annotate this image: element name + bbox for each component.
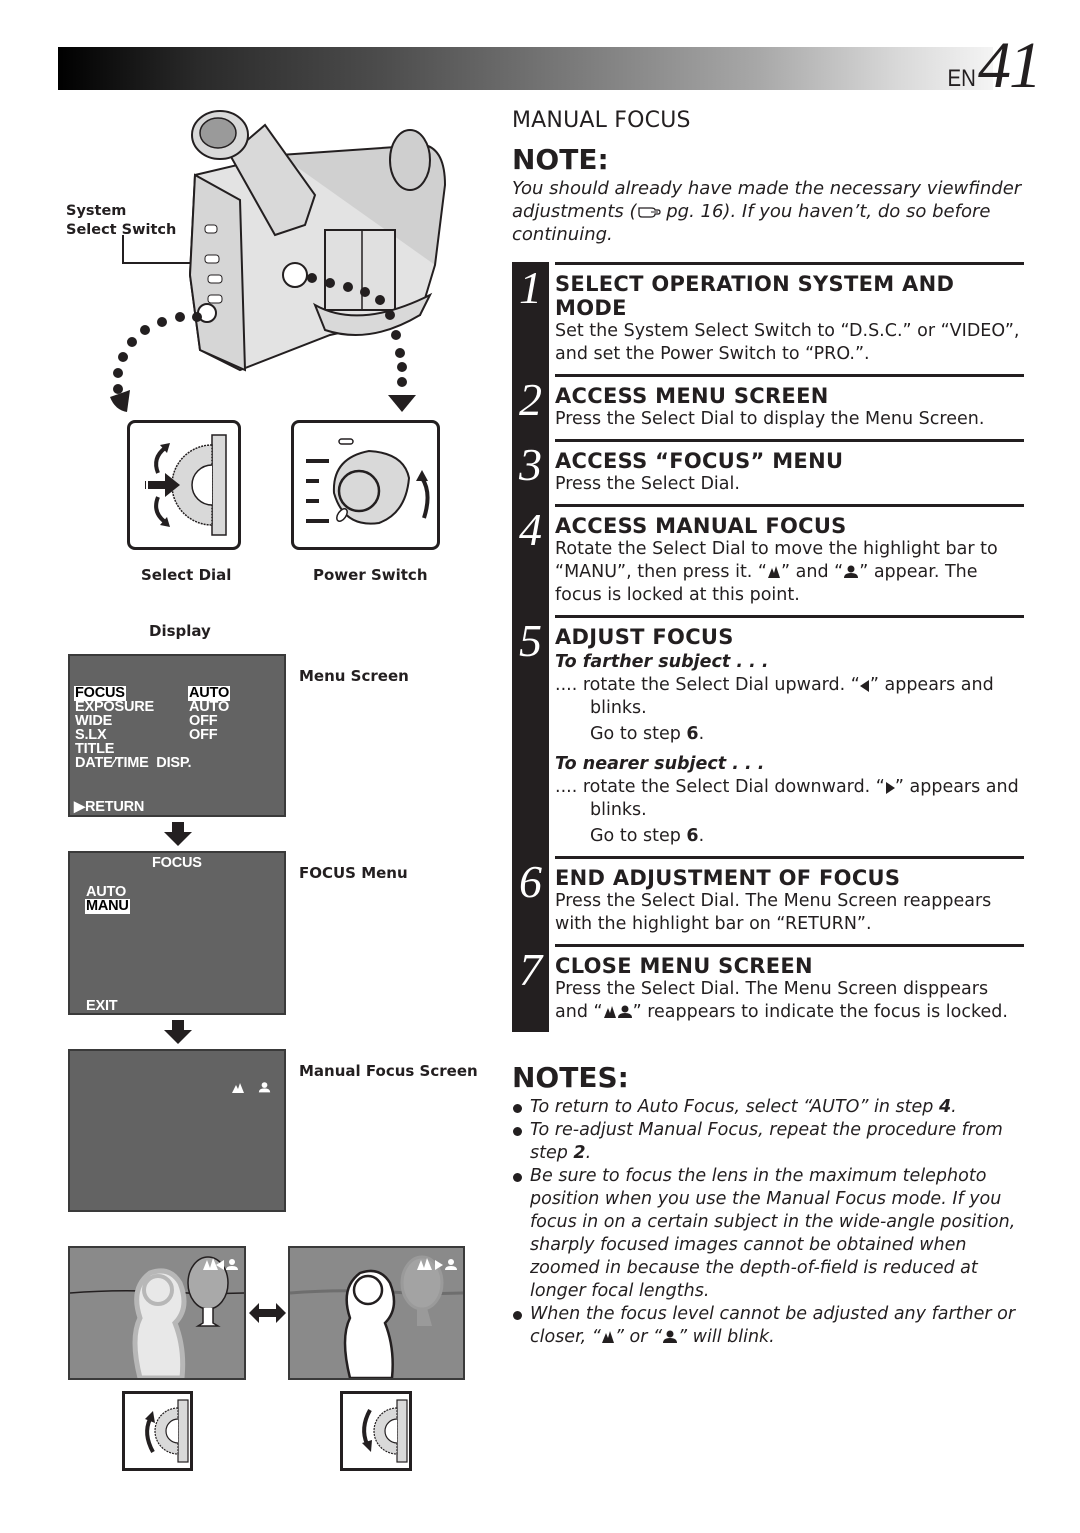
dial-rotate-down-panel — [340, 1391, 412, 1471]
step-title: ACCESS MANUAL FOCUS — [555, 514, 847, 538]
display-label: Display — [149, 622, 211, 640]
page-number: EN 41 — [945, 29, 1042, 102]
step-title: CLOSE MENU SCREEN — [555, 954, 813, 978]
step-number: 7 — [512, 944, 549, 1032]
dial-rotate-up-icon — [145, 1399, 189, 1463]
step-1: 1 SELECT OPERATION SYSTEM AND MODE Set t… — [512, 262, 1024, 374]
step-text: Press the Select Dial. The Menu Screen r… — [555, 891, 992, 934]
step-4: 4 ACCESS MANUAL FOCUS Rotate the Select … — [512, 504, 1024, 615]
select-dial-panel — [127, 420, 241, 550]
manual-focus-screen — [68, 1049, 286, 1212]
page-number-value: 41 — [978, 29, 1042, 102]
menu-item-date-time: DATE∕TIME DISP. — [75, 755, 192, 771]
near-focus-example-image — [288, 1246, 465, 1380]
step-number: 4 — [512, 504, 549, 615]
down-arrow-icon — [164, 1020, 192, 1044]
step-5: 5 ADJUST FOCUS To farther subject . . . … — [512, 615, 1024, 856]
power-switch-panel — [291, 420, 440, 550]
near-focus-icon — [663, 1330, 678, 1343]
near-focus-icon — [844, 565, 859, 578]
header-gradient-band — [58, 47, 993, 90]
far-focus-icon — [232, 1083, 244, 1093]
near-focus-icon — [258, 1082, 271, 1093]
step-number: 6 — [512, 856, 549, 944]
camcorder-illustration — [110, 110, 447, 412]
farther-subject-text: .... rotate the Select Dial upward. “” a… — [555, 675, 994, 718]
menu-value-slx: OFF — [189, 727, 218, 743]
step-2: 2 ACCESS MENU SCREEN Press the Select Di… — [512, 374, 1024, 439]
far-focus-icon — [768, 566, 780, 578]
focus-menu-exit: EXIT — [86, 998, 118, 1014]
step-text: Press the Select Dial to display the Men… — [555, 409, 985, 429]
intro-section: MANUAL FOCUS NOTE: You should already ha… — [512, 104, 1027, 246]
left-triangle-icon — [859, 680, 869, 692]
step-7: 7 CLOSE MENU SCREEN Press the Select Dia… — [512, 944, 1024, 1032]
power-switch-label: Power Switch — [313, 566, 428, 584]
step-3: 3 ACCESS “FOCUS” MENU Press the Select D… — [512, 439, 1024, 504]
menu-screen: FOCUS AUTO EXPOSURE AUTO WIDE OFF S.LX O… — [68, 654, 286, 817]
step-title: END ADJUSTMENT OF FOCUS — [555, 866, 901, 890]
focus-lock-icon — [603, 1005, 632, 1018]
note-item: To return to Auto Focus, select “AUTO” i… — [512, 1096, 1027, 1119]
nearer-goto: Go to step 6. — [590, 826, 705, 846]
focus-menu-screen: FOCUS AUTO MANU EXIT — [68, 851, 286, 1015]
select-dial-icon — [141, 434, 227, 536]
far-focus-example-image — [68, 1246, 246, 1381]
note-item: When the focus level cannot be adjusted … — [512, 1303, 1027, 1349]
step-number: 5 — [512, 615, 549, 856]
dial-rotate-down-icon — [362, 1399, 408, 1463]
menu-item-return: ▶RETURN — [74, 799, 145, 815]
manual-focus-screen-caption: Manual Focus Screen — [299, 1062, 478, 1080]
step-text: Press the Select Dial. The Menu Screen d… — [555, 979, 1008, 1022]
power-switch-icon — [306, 438, 430, 525]
step-text: Set the System Select Switch to “D.S.C.”… — [555, 321, 1020, 364]
menu-screen-caption: Menu Screen — [299, 667, 409, 685]
step-6: 6 END ADJUSTMENT OF FOCUS Press the Sele… — [512, 856, 1024, 944]
down-arrow-icon — [164, 822, 192, 846]
right-triangle-icon — [885, 782, 895, 794]
focus-option-manu: MANU — [85, 898, 130, 914]
sharp-subject-illustration — [289, 1255, 464, 1380]
nearer-subject-title: To nearer subject . . . — [555, 754, 765, 774]
far-focus-icon — [601, 1331, 614, 1343]
step-number: 1 — [512, 262, 549, 374]
blurred-subject-illustration — [69, 1256, 245, 1381]
double-arrow-icon — [249, 1303, 286, 1323]
step-title: ADJUST FOCUS — [555, 625, 734, 649]
step-title: ACCESS MENU SCREEN — [555, 384, 829, 408]
section-title: MANUAL FOCUS — [512, 108, 691, 133]
note-text: You should already have made the necessa… — [512, 178, 1022, 245]
farther-goto: Go to step 6. — [590, 724, 705, 744]
step-number: 3 — [512, 439, 549, 504]
step-text: Press the Select Dial. — [555, 474, 740, 494]
note-title: NOTE: — [512, 143, 609, 176]
nearer-subject-text: .... rotate the Select Dial downward. “”… — [555, 777, 1019, 820]
step-title: SELECT OPERATION SYSTEM AND MODE — [555, 272, 955, 320]
step-title: ACCESS “FOCUS” MENU — [555, 449, 844, 473]
page-lang: EN — [947, 65, 976, 92]
pointing-hand-icon — [637, 207, 661, 218]
steps-list: 1 SELECT OPERATION SYSTEM AND MODE Set t… — [512, 262, 1024, 1032]
note-item: To re-adjust Manual Focus, repeat the pr… — [512, 1119, 1027, 1165]
notes-list: To return to Auto Focus, select “AUTO” i… — [512, 1096, 1027, 1349]
notes-title: NOTES: — [512, 1061, 629, 1094]
farther-subject-title: To farther subject . . . — [555, 652, 769, 672]
focus-menu-caption: FOCUS Menu — [299, 864, 408, 882]
select-dial-label: Select Dial — [141, 566, 232, 584]
notes-section: NOTES: To return to Auto Focus, select “… — [512, 1063, 1027, 1349]
step-number: 2 — [512, 374, 549, 439]
note-item: Be sure to focus the lens in the maximum… — [512, 1165, 1027, 1303]
focus-menu-title: FOCUS — [152, 855, 202, 871]
step-text: Rotate the Select Dial to move the highl… — [555, 539, 998, 605]
dial-rotate-up-panel — [122, 1391, 193, 1471]
